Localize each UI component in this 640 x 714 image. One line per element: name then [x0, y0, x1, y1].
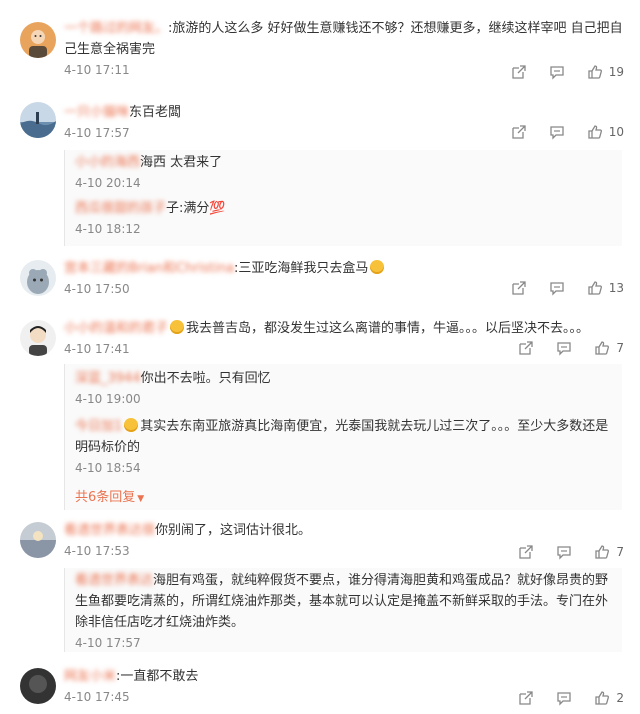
share-button[interactable]	[518, 690, 534, 706]
timestamp: 4-10 19:00	[75, 392, 141, 406]
share-icon	[518, 340, 534, 356]
reply-item: 今日加1 其实去东南亚旅游真比海南便宜，光泰国我就去玩儿过三次了。。。至少大多数还…	[75, 416, 614, 476]
like-icon	[594, 690, 610, 706]
reply-item: 小小的海西海西 太君来了 4-10 20:14	[75, 152, 614, 191]
comment-button[interactable]	[549, 280, 565, 296]
share-button[interactable]	[511, 280, 527, 296]
like-count: 7	[616, 341, 624, 355]
caret-down-icon: ▼	[137, 494, 145, 504]
like-button[interactable]: 2	[594, 690, 624, 706]
comment-item: 看透世界表达很你别闹了，这词估计很北。 4-10 17:53 7 看透世界表达海…	[0, 516, 640, 654]
reply-list: 小小的海西海西 太君来了 4-10 20:14 西瓜很甜的孩子子:满分💯 4-1…	[64, 150, 622, 246]
comment-text: 网友小米:一直都不敢去	[64, 669, 199, 684]
share-button[interactable]	[518, 340, 534, 356]
like-icon	[594, 340, 610, 356]
avatar[interactable]	[20, 22, 56, 58]
avatar[interactable]	[20, 668, 56, 704]
comment-item: 宫本三藏的Brian和Christina:三亚吃海鲜我只去盒马 4-10 17:…	[0, 254, 640, 304]
username[interactable]: 西瓜很甜的孩子	[75, 201, 166, 216]
comment-actions: 19	[489, 64, 624, 80]
reply-item: 看透世界表达海胆有鸡蛋，就纯粹假货不要点，谁分得清海胆黄和鸡蛋成品？就好像昂贵的…	[75, 570, 614, 651]
comment-text: 一只小猫咪东百老闆	[64, 105, 182, 120]
timestamp: 4-10 17:57	[75, 636, 141, 650]
comment-actions: 7	[496, 340, 624, 356]
timestamp: 4-10 18:54	[75, 461, 141, 475]
share-button[interactable]	[511, 64, 527, 80]
comment-text: 宫本三藏的Brian和Christina:三亚吃海鲜我只去盒马	[64, 258, 624, 279]
comment-icon	[556, 544, 572, 560]
like-button[interactable]: 10	[587, 124, 624, 140]
username[interactable]: 看透世界表达	[75, 573, 153, 588]
comment-item: 小小的温和的君子 我去普吉岛，都没发生过这么离谱的事情，牛逼。。。以后坚决不去。。…	[0, 314, 640, 510]
like-icon	[594, 544, 610, 560]
username[interactable]: 一个路过的网友。	[64, 21, 168, 36]
like-button[interactable]: 7	[594, 544, 624, 560]
like-button[interactable]: 13	[587, 280, 624, 296]
like-count: 13	[608, 281, 624, 295]
like-icon	[587, 64, 603, 80]
comment-actions: 7	[496, 544, 624, 560]
comment-button[interactable]	[549, 124, 565, 140]
reply-list: 看透世界表达海胆有鸡蛋，就纯粹假货不要点，谁分得清海胆黄和鸡蛋成品？就好像昂贵的…	[64, 568, 622, 652]
comment-button[interactable]	[556, 690, 572, 706]
share-icon	[518, 544, 534, 560]
comment-item: 网友小米:一直都不敢去 4-10 17:45 2	[0, 662, 640, 714]
comment-text: 小小的温和的君子 我去普吉岛，都没发生过这么离谱的事情，牛逼。。。以后坚决不去。。…	[64, 320, 590, 336]
share-button[interactable]	[518, 544, 534, 560]
comment-icon	[556, 340, 572, 356]
share-icon	[511, 124, 527, 140]
username[interactable]: 小小的温和的君子	[64, 321, 168, 336]
like-icon	[587, 280, 603, 296]
username[interactable]: 看透世界表达很	[64, 523, 155, 538]
emoji-icon	[370, 260, 385, 274]
username[interactable]: 深蓝_3944	[75, 371, 141, 386]
comment-button[interactable]	[556, 544, 572, 560]
like-button[interactable]: 7	[594, 340, 624, 356]
comment-icon	[549, 280, 565, 296]
share-icon	[511, 64, 527, 80]
comment-icon	[549, 64, 565, 80]
like-icon	[587, 124, 603, 140]
comment-button[interactable]	[549, 64, 565, 80]
like-button[interactable]: 19	[587, 64, 624, 80]
comment-button[interactable]	[556, 340, 572, 356]
timestamp: 4-10 20:14	[75, 176, 141, 190]
username[interactable]: 宫本三藏的Brian和Christina	[64, 261, 234, 276]
emoji-icon	[170, 320, 185, 334]
share-icon	[518, 690, 534, 706]
avatar[interactable]	[20, 522, 56, 558]
comment-icon	[556, 690, 572, 706]
username[interactable]: 今日加1	[75, 419, 122, 434]
like-count: 2	[616, 691, 624, 705]
reply-item: 西瓜很甜的孩子子:满分💯 4-10 18:12	[75, 198, 614, 237]
avatar[interactable]	[20, 260, 56, 296]
username[interactable]: 小小的海西	[75, 155, 140, 170]
comment-icon	[549, 124, 565, 140]
comment-item: 一个路过的网友。:旅游的人这么多 好好做生意赚钱还不够？还想赚更多，继续这样宰吧…	[0, 14, 640, 84]
share-button[interactable]	[511, 124, 527, 140]
username[interactable]: 一只小猫咪	[64, 105, 129, 120]
reply-item: 深蓝_3944你出不去啦。只有回忆 4-10 19:00	[75, 368, 614, 407]
avatar[interactable]	[20, 102, 56, 138]
comment-text: 一个路过的网友。:旅游的人这么多 好好做生意赚钱还不够？还想赚更多，继续这样宰吧…	[64, 21, 623, 57]
like-count: 7	[616, 545, 624, 559]
share-icon	[511, 280, 527, 296]
avatar[interactable]	[20, 320, 56, 356]
emoji-icon	[124, 418, 139, 432]
comment-actions: 10	[489, 124, 624, 140]
comment-item: 一只小猫咪东百老闆 4-10 17:57 10 小小的海西海西 太君来了 4-1…	[0, 96, 640, 246]
more-replies-link[interactable]: 共6条回复 ▼	[75, 486, 144, 505]
reply-list: 深蓝_3944你出不去啦。只有回忆 4-10 19:00 今日加1 其实去东南亚旅…	[64, 364, 622, 510]
like-count: 10	[608, 125, 624, 139]
comment-actions: 2	[496, 690, 624, 706]
like-count: 19	[608, 65, 624, 79]
comment-actions: 13	[489, 280, 624, 296]
timestamp: 4-10 18:12	[75, 222, 141, 236]
username[interactable]: 网友小米	[64, 669, 116, 684]
comment-text: 看透世界表达很你别闹了，这词估计很北。	[64, 523, 312, 538]
